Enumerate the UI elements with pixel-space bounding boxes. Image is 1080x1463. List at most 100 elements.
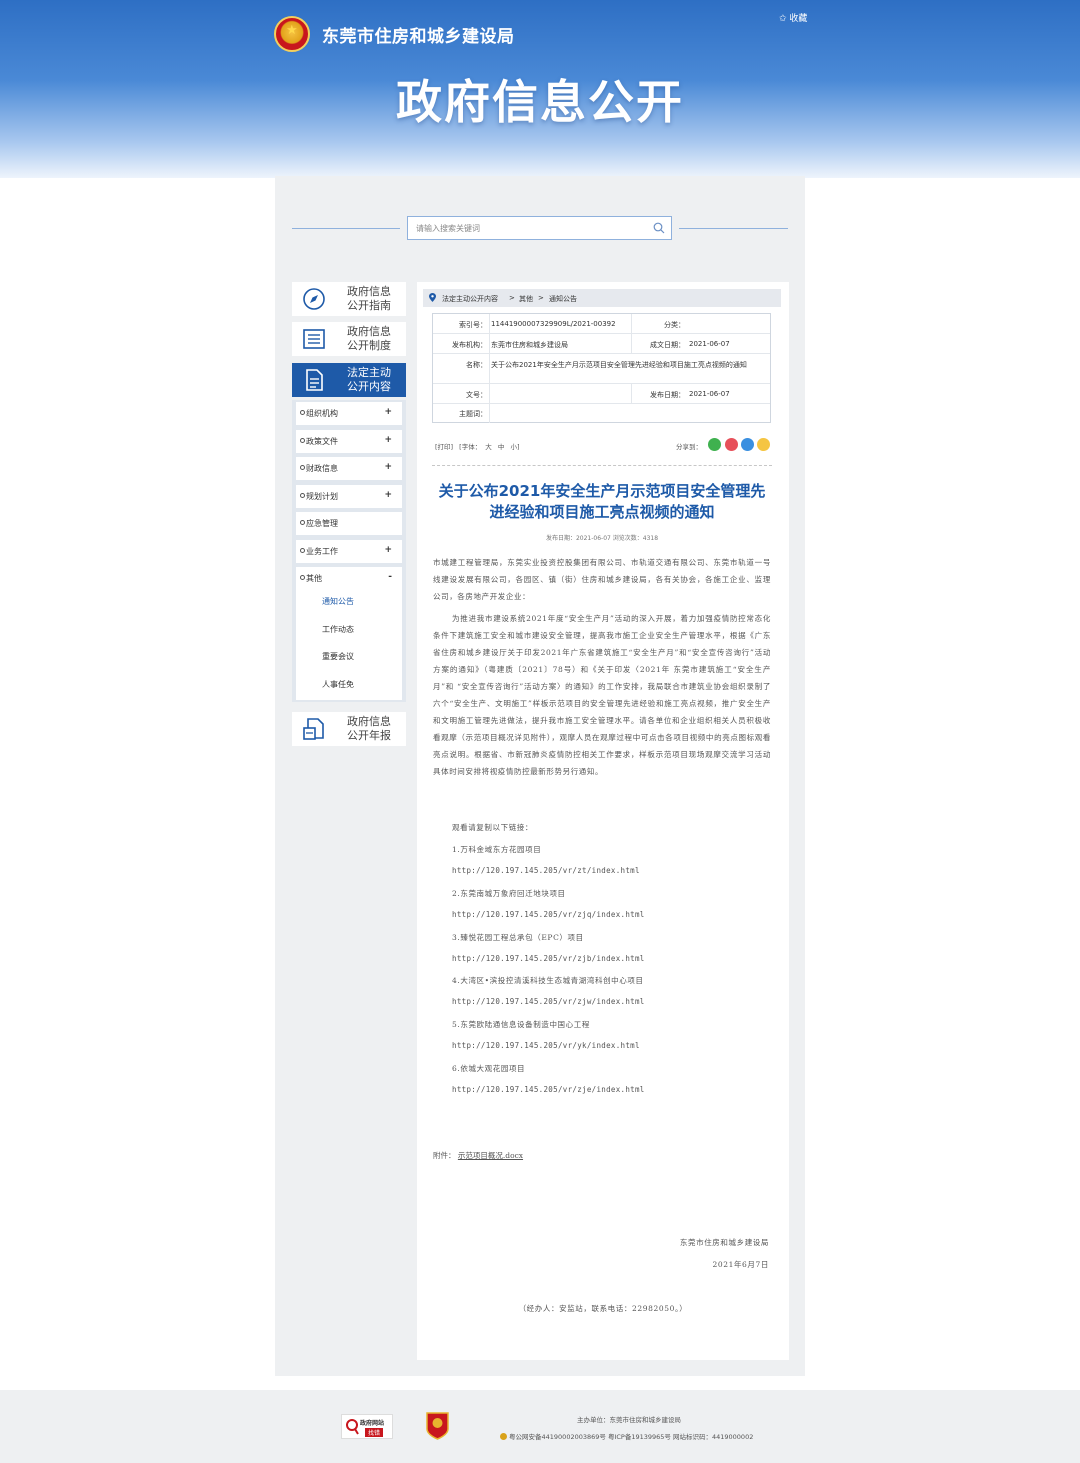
bullet-icon: [300, 548, 305, 553]
print-button[interactable]: [打印]: [435, 443, 453, 451]
national-emblem-icon: ★: [274, 16, 310, 52]
bullet-icon: [300, 520, 305, 525]
font-medium-button[interactable]: 中: [498, 443, 505, 451]
font-large-button[interactable]: 大: [485, 443, 492, 451]
project-name: 6.依城大观花园项目: [452, 1064, 526, 1073]
sidebar-card-guide[interactable]: 政府信息 公开指南: [292, 282, 406, 316]
table-divider: [489, 314, 490, 423]
party-government-badge-icon[interactable]: [425, 1411, 450, 1440]
police-badge-icon: [500, 1433, 507, 1440]
expand-icon[interactable]: +: [384, 407, 392, 417]
sidebar-card-label: 公开制度: [347, 339, 391, 352]
submenu-child-news[interactable]: 工作动态: [322, 624, 354, 635]
sidebar-card-active-content[interactable]: 法定主动 公开内容: [292, 363, 406, 397]
report-icon: [303, 718, 324, 740]
meta-label: 发布机构：: [452, 341, 487, 349]
search-divider-right: [679, 228, 788, 229]
meta-value: 2021-06-07: [689, 390, 730, 398]
sidebar-card-label: 公开年报: [347, 729, 391, 742]
expand-icon[interactable]: +: [384, 462, 392, 472]
submenu-child-notice[interactable]: 通知公告: [322, 596, 354, 607]
table-divider: [631, 384, 632, 404]
divider: [432, 465, 772, 466]
search-input[interactable]: [408, 217, 644, 239]
bullet-icon: [300, 493, 305, 498]
error-report-badge[interactable]: 政府网站 找错: [341, 1414, 393, 1439]
video-link[interactable]: http://120.197.145.205/vr/zjb/index.html: [452, 954, 645, 963]
favorite-link[interactable]: ✩ 收藏: [779, 11, 807, 24]
submenu-child-personnel[interactable]: 人事任免: [322, 679, 354, 690]
meta-label: 分类：: [664, 321, 685, 329]
qzone-share-icon[interactable]: [757, 438, 770, 451]
video-link[interactable]: http://120.197.145.205/vr/zjw/index.html: [452, 997, 645, 1006]
expand-icon[interactable]: +: [384, 545, 392, 555]
submenu-item-organization[interactable]: 组织机构 +: [296, 402, 402, 425]
footer-sponsor: 主办单位：东莞市住房和城乡建设局: [577, 1416, 681, 1424]
table-divider: [631, 314, 632, 354]
font-size-label: [字体：: [459, 443, 482, 451]
search-divider-left: [292, 228, 400, 229]
footer-record-text[interactable]: 粤公网安备44190002003869号 粤ICP备19139965号 网站标识…: [509, 1433, 753, 1441]
meta-row: 文号： 发布日期： 2021-06-07: [433, 384, 770, 404]
article-recipients: 市城建工程管理局，东莞实业投资控股集团有限公司、市轨道交通有限公司、东莞市轨道一…: [433, 558, 771, 601]
submenu-label: 应急管理: [306, 519, 338, 528]
meta-row: 主题词：: [433, 404, 770, 423]
footer: [0, 1390, 1080, 1463]
expand-icon[interactable]: +: [384, 490, 392, 500]
search-icon[interactable]: [653, 222, 665, 234]
meta-label: 成文日期：: [650, 341, 685, 349]
document-icon: [306, 369, 323, 391]
wechat-share-icon[interactable]: [708, 438, 721, 451]
font-small-button[interactable]: 小]: [510, 443, 519, 451]
submenu-label: 政策文件: [306, 437, 338, 446]
meta-value: 11441900007329909L/2021-00392: [491, 320, 616, 328]
submenu-label: 组织机构: [306, 409, 338, 418]
video-link[interactable]: http://120.197.145.205/vr/zjq/index.html: [452, 910, 645, 919]
submenu-item-policy[interactable]: 政策文件 +: [296, 430, 402, 453]
meta-row: 名称： 关于公布2021年安全生产月示范项目安全管理先进经验和项目施工亮点视频的…: [433, 354, 770, 384]
project-name: 3.臻悦花园工程总承包（EPC）项目: [452, 933, 584, 942]
article-paragraph: 为推进我市建设系统2021年度“安全生产月”活动的深入开展，着力加强疫情防控常态…: [433, 614, 771, 776]
submenu-item-finance[interactable]: 财政信息 +: [296, 457, 402, 480]
submenu-item-planning[interactable]: 规划计划 +: [296, 485, 402, 508]
weibo-share-icon[interactable]: [725, 438, 738, 451]
share-label: 分享到：: [676, 443, 702, 451]
sidebar-card-label: 政府信息: [347, 715, 391, 728]
signature: 东莞市住房和城乡建设局: [679, 1238, 769, 1247]
attachment: 附件： 示范项目概况.docx: [433, 1150, 523, 1161]
video-link[interactable]: http://120.197.145.205/vr/zt/index.html: [452, 866, 640, 875]
breadcrumb-item[interactable]: 通知公告: [549, 294, 577, 304]
contact-info: （经办人：安监站，联系电话：22982050。）: [518, 1304, 688, 1313]
sidebar-card-label: 政府信息: [347, 325, 391, 338]
project-name: 4.大湾区•滨投控清溪科技生态城青湖湾科创中心项目: [452, 976, 644, 985]
video-link[interactable]: http://120.197.145.205/vr/yk/index.html: [452, 1041, 640, 1050]
breadcrumb-item[interactable]: 法定主动公开内容: [442, 294, 498, 304]
meta-row: 索引号： 11441900007329909L/2021-00392 分类：: [433, 314, 770, 334]
submenu-item-emergency[interactable]: 应急管理: [296, 512, 402, 535]
article-meta: 发布日期：2021-06-07 浏览次数：4318: [545, 535, 659, 542]
submenu-item-business[interactable]: 业务工作 +: [296, 540, 402, 563]
attachment-link[interactable]: 示范项目概况.docx: [458, 1151, 523, 1160]
submenu-child-meetings[interactable]: 重要会议: [322, 651, 354, 662]
hero-title: 政府信息公开: [396, 75, 684, 129]
signature-date: 2021年6月7日: [712, 1260, 769, 1269]
bullet-icon: [300, 410, 305, 415]
search-bar: [407, 216, 672, 240]
meta-row: 发布机构： 东莞市住房和城乡建设局 成文日期： 2021-06-07: [433, 334, 770, 354]
expand-icon[interactable]: +: [384, 435, 392, 445]
submenu-label: 规划计划: [306, 492, 338, 501]
breadcrumb-item[interactable]: 其他: [519, 294, 533, 304]
sidebar-card-label: 政府信息: [347, 285, 391, 298]
sidebar-card-annual-report[interactable]: 政府信息 公开年报: [292, 712, 406, 746]
breadcrumb: 法定主动公开内容 > 其他 > 通知公告: [423, 289, 781, 307]
qq-share-icon[interactable]: [741, 438, 754, 451]
sidebar-card-system[interactable]: 政府信息 公开制度: [292, 322, 406, 356]
meta-label: 主题词：: [459, 410, 487, 418]
meta-label: 索引号：: [459, 321, 487, 329]
badge-text: 政府网站: [360, 1420, 385, 1427]
collapse-icon[interactable]: -: [388, 572, 392, 582]
site-name[interactable]: 东莞市住房和城乡建设局: [322, 22, 515, 47]
video-link[interactable]: http://120.197.145.205/vr/zje/index.html: [452, 1085, 645, 1094]
metadata-table: 索引号： 11441900007329909L/2021-00392 分类： 发…: [432, 313, 771, 423]
sidebar-card-label: 公开内容: [347, 380, 391, 393]
